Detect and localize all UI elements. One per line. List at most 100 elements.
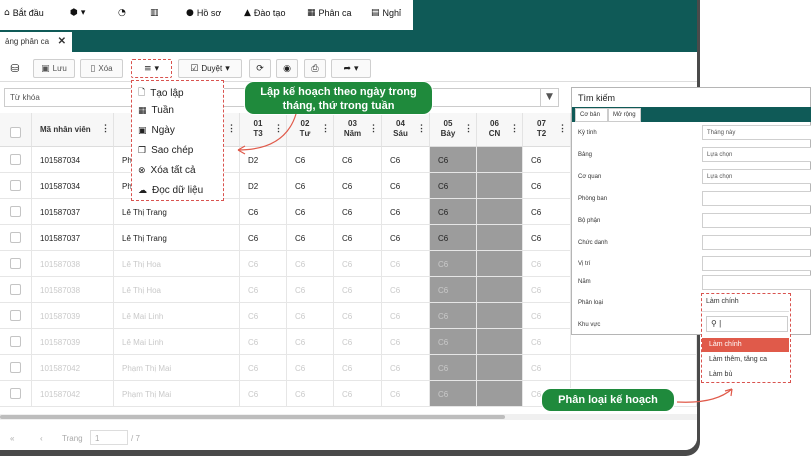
menu-item-copy[interactable]: ❐ Sao chép xyxy=(138,145,193,156)
employee-id-cell[interactable]: 101587037 xyxy=(32,225,114,251)
period-select[interactable]: Tháng này xyxy=(702,125,811,140)
row-select-cell[interactable] xyxy=(0,173,32,199)
tab-basic[interactable]: Cơ bản xyxy=(575,108,608,122)
col-header-day-04[interactable]: 04 Sáu ⋮ xyxy=(382,113,430,147)
shift-cell[interactable]: C6 xyxy=(430,277,477,303)
row-checkbox[interactable] xyxy=(10,284,21,295)
menu-item-shift[interactable]: ▦ Phân ca xyxy=(307,8,352,18)
shift-cell[interactable] xyxy=(477,329,523,355)
shift-cell[interactable]: C6 xyxy=(382,381,430,407)
shift-cell[interactable]: C6 xyxy=(287,277,334,303)
shift-cell[interactable]: C6 xyxy=(287,355,334,381)
extra-cell[interactable] xyxy=(571,355,697,381)
shift-cell[interactable]: C6 xyxy=(382,303,430,329)
shift-cell[interactable]: C6 xyxy=(240,199,287,225)
employee-name-cell[interactable]: Lê Thị Trang xyxy=(114,225,240,251)
menu-item-day[interactable]: ▣ Ngày xyxy=(138,125,175,136)
tab-shift-table[interactable]: ảng phân ca ✕ xyxy=(0,32,72,52)
menu-item-delete-all[interactable]: ⊗ Xóa tất cả xyxy=(138,165,196,176)
col-header-day-05[interactable]: 05 Bảy ⋮ xyxy=(430,113,477,147)
menu-item-week[interactable]: ▦ Tuần xyxy=(138,105,174,116)
shift-cell[interactable] xyxy=(477,225,523,251)
shift-cell[interactable] xyxy=(477,173,523,199)
row-checkbox[interactable] xyxy=(10,362,21,373)
shift-cell[interactable]: C6 xyxy=(430,199,477,225)
save-button[interactable]: ▣ Lưu xyxy=(33,59,75,78)
shift-cell[interactable]: C6 xyxy=(334,329,382,355)
shift-cell[interactable] xyxy=(477,147,523,173)
shift-cell[interactable]: C6 xyxy=(430,147,477,173)
menu-item-profile[interactable]: ● Hồ sơ xyxy=(186,8,221,18)
shift-cell[interactable]: C6 xyxy=(240,251,287,277)
col-header-day-03[interactable]: 03 Năm ⋮ xyxy=(334,113,382,147)
department-field[interactable] xyxy=(702,191,811,206)
search-dropdown-button[interactable]: ▼ xyxy=(540,88,558,107)
shift-cell[interactable]: C6 xyxy=(382,251,430,277)
employee-id-cell[interactable]: 101587034 xyxy=(32,173,114,199)
row-select-cell[interactable] xyxy=(0,199,32,225)
employee-name-cell[interactable]: Lê Thị Trang xyxy=(114,199,240,225)
row-checkbox[interactable] xyxy=(10,206,21,217)
shift-cell[interactable]: C6 xyxy=(430,329,477,355)
menu-item-dashboard[interactable]: ◔ xyxy=(118,8,126,18)
shift-cell[interactable]: C6 xyxy=(523,355,571,381)
shift-cell[interactable] xyxy=(477,199,523,225)
employee-name-cell[interactable]: Phạm Thị Mai xyxy=(114,355,240,381)
row-select-cell[interactable] xyxy=(0,147,32,173)
row-select-cell[interactable] xyxy=(0,381,32,407)
row-checkbox[interactable] xyxy=(10,154,21,165)
shift-cell[interactable]: C6 xyxy=(430,303,477,329)
job-title-field[interactable] xyxy=(702,235,811,250)
employee-id-cell[interactable]: 101587034 xyxy=(32,147,114,173)
category-select[interactable]: Làm chính ⚲ | Làm chính Làm thêm, tăng c… xyxy=(701,293,791,383)
refresh-button[interactable]: ⟳ xyxy=(249,59,271,78)
category-option-main[interactable]: Làm chính xyxy=(702,338,789,352)
column-menu-icon[interactable]: ⋮ xyxy=(369,123,378,134)
horizontal-scrollbar[interactable] xyxy=(0,414,697,420)
row-select-cell[interactable] xyxy=(0,251,32,277)
column-menu-icon[interactable]: ⋮ xyxy=(101,123,110,134)
shift-cell[interactable]: C6 xyxy=(334,173,382,199)
row-checkbox[interactable] xyxy=(10,336,21,347)
shift-cell[interactable]: D2 xyxy=(240,173,287,199)
row-select-cell[interactable] xyxy=(0,225,32,251)
shift-cell[interactable]: C6 xyxy=(240,225,287,251)
shift-cell[interactable] xyxy=(477,381,523,407)
approve-button[interactable]: ☑ Duyệt ▾ xyxy=(178,59,242,78)
row-select-cell[interactable] xyxy=(0,329,32,355)
column-menu-icon[interactable]: ⋮ xyxy=(417,123,426,134)
shift-cell[interactable]: C6 xyxy=(382,225,430,251)
prev-page-button[interactable]: ‹ xyxy=(40,434,43,443)
close-icon[interactable]: ✕ xyxy=(58,36,66,47)
page-input[interactable]: 1 xyxy=(90,430,128,445)
employee-id-cell[interactable]: 101587037 xyxy=(32,199,114,225)
shift-cell[interactable]: C6 xyxy=(523,251,571,277)
position-field[interactable] xyxy=(702,256,811,271)
column-menu-icon[interactable]: ⋮ xyxy=(464,123,473,134)
col-header-employee-id[interactable]: Mã nhân viên ⋮ xyxy=(32,113,114,147)
employee-id-cell[interactable]: 101587038 xyxy=(32,277,114,303)
shift-cell[interactable]: C6 xyxy=(240,277,287,303)
row-checkbox[interactable] xyxy=(10,310,21,321)
employee-name-cell[interactable]: Lê Mai Linh xyxy=(114,329,240,355)
shift-cell[interactable]: C6 xyxy=(523,277,571,303)
employee-name-cell[interactable]: Lê Thị Hoa xyxy=(114,277,240,303)
shift-cell[interactable]: C6 xyxy=(382,355,430,381)
row-checkbox[interactable] xyxy=(10,232,21,243)
menu-item-leave[interactable]: ▤ Nghỉ xyxy=(371,8,401,18)
shift-cell[interactable]: C6 xyxy=(240,329,287,355)
shift-cell[interactable]: C6 xyxy=(240,355,287,381)
col-header-day-07[interactable]: 07 T2 ⋮ xyxy=(523,113,571,147)
tab-advanced[interactable]: Mở rộng xyxy=(608,108,641,122)
shift-cell[interactable]: C6 xyxy=(287,303,334,329)
shift-cell[interactable]: C6 xyxy=(334,251,382,277)
employee-id-cell[interactable]: 101587039 xyxy=(32,329,114,355)
shift-cell[interactable]: C6 xyxy=(430,173,477,199)
shift-cell[interactable]: C6 xyxy=(430,225,477,251)
shift-cell[interactable]: C6 xyxy=(430,251,477,277)
employee-name-cell[interactable]: Lê Thị Hoa xyxy=(114,251,240,277)
binoculars-button[interactable]: ⛁ xyxy=(6,59,24,78)
category-search-input[interactable]: ⚲ | xyxy=(706,316,788,332)
shift-cell[interactable]: C6 xyxy=(334,199,382,225)
plan-menu-button[interactable]: ≡ ▾ xyxy=(131,59,172,78)
